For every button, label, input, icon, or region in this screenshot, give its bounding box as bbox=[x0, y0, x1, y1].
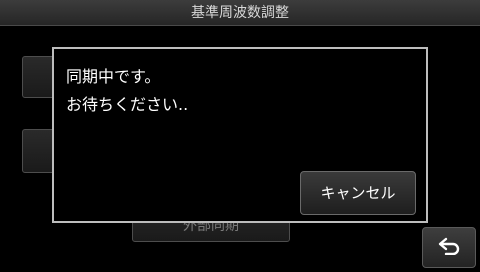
back-button[interactable] bbox=[422, 227, 476, 268]
sync-dialog: 同期中です。 お待ちください.. キャンセル bbox=[52, 47, 428, 223]
cancel-button[interactable]: キャンセル bbox=[300, 171, 416, 215]
page-title: 基準周波数調整 bbox=[0, 0, 480, 26]
return-arrow-icon bbox=[437, 237, 461, 259]
dialog-message-line1: 同期中です。 bbox=[66, 67, 161, 86]
screen: 基準周波数調整 外部同期 同期中です。 お待ちください.. キャンセル bbox=[0, 0, 480, 272]
dialog-message-line2: お待ちください.. bbox=[66, 95, 189, 114]
